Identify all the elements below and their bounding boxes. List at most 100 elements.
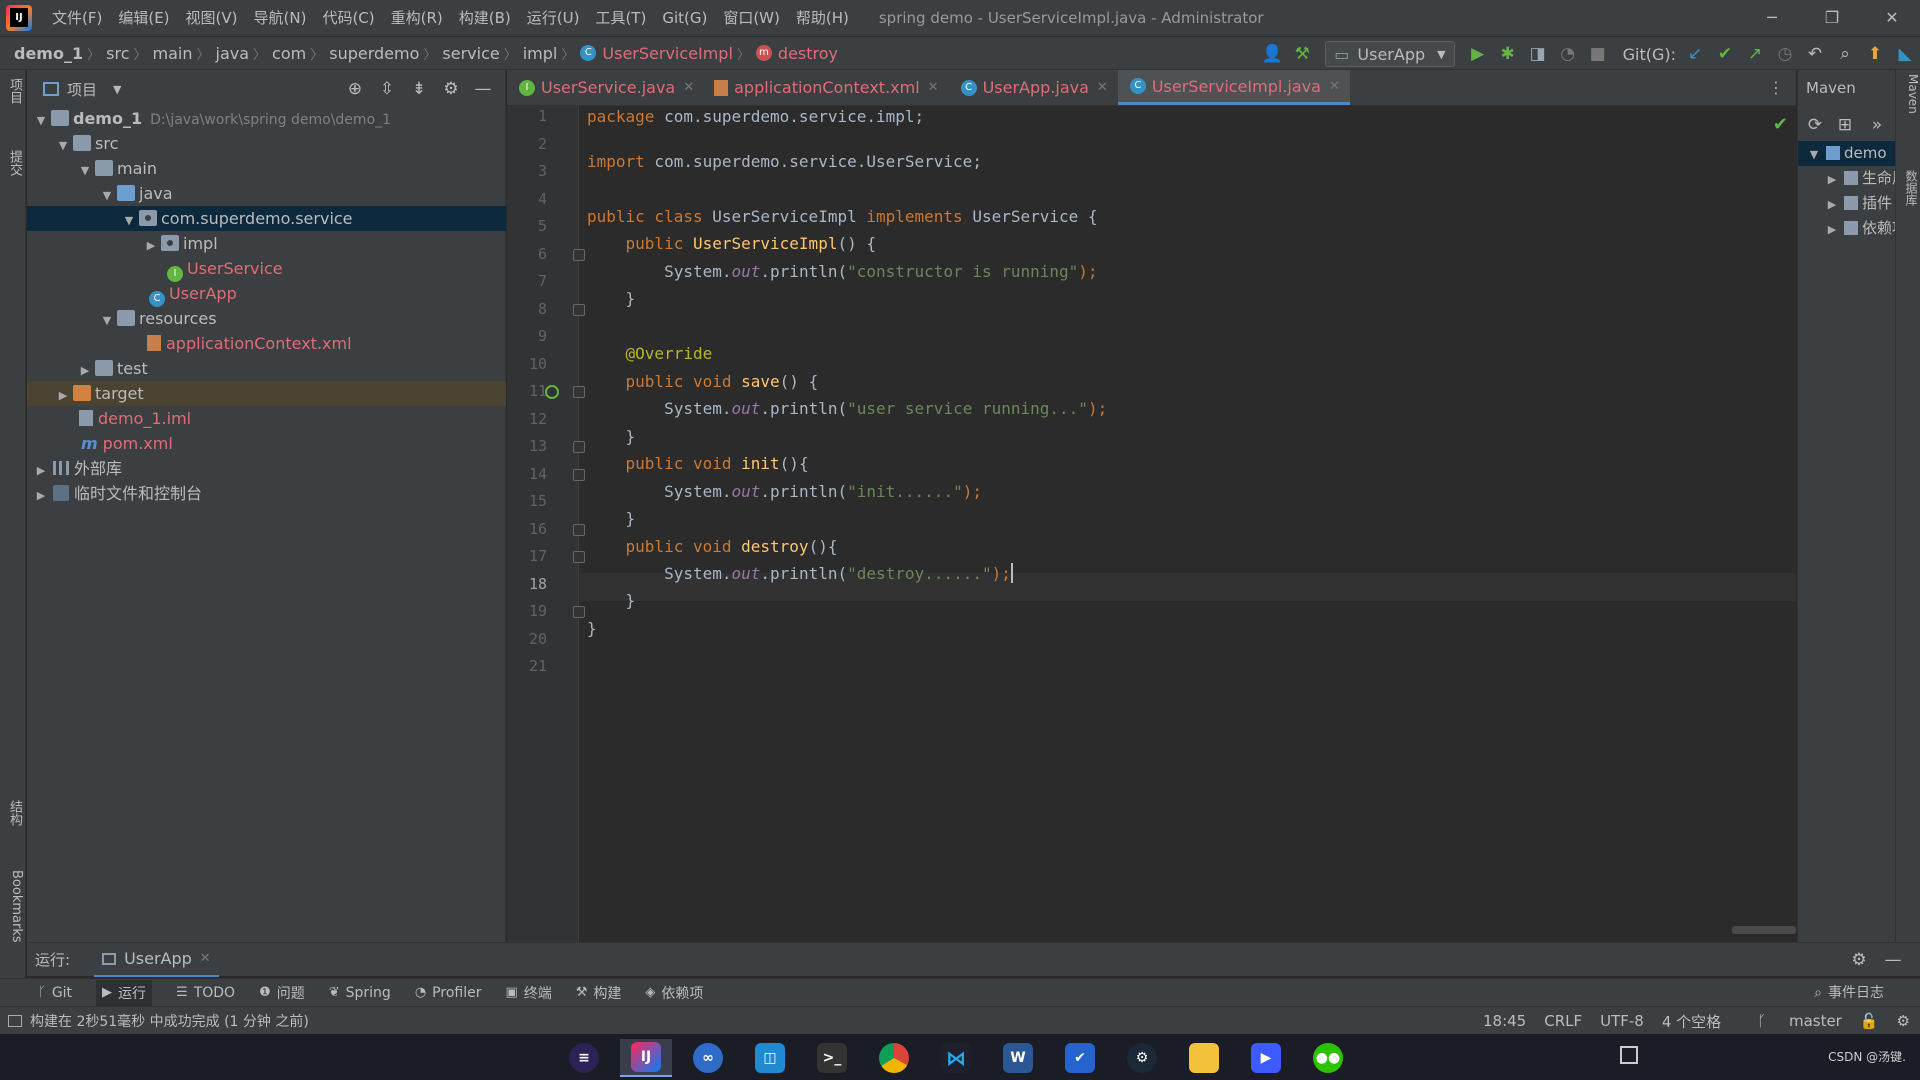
- code-editor[interactable]: 1 2 3 4 5 6 7 8 9 10 11 12 13 14 15 16 17 18 19 20 21 ✔ pack…: [507, 106, 1796, 942]
- tree-node-applicationcontext[interactable]: applicationContext.xml: [27, 331, 506, 356]
- close-icon[interactable]: ✕: [1329, 79, 1340, 94]
- tree-node-resources[interactable]: ▼ resources: [27, 306, 506, 331]
- tab-applicationcontext-xml[interactable]: applicationContext.xml ✕: [704, 70, 948, 105]
- tree-node-external-libraries[interactable]: ▶ 外部库: [27, 456, 506, 481]
- breadcrumb-project[interactable]: demo_1: [8, 44, 87, 63]
- taskbar-chrome[interactable]: [868, 1039, 920, 1077]
- line-number[interactable]: 21: [507, 653, 547, 681]
- no-problems-check-icon[interactable]: ✔: [1773, 114, 1788, 135]
- taskbar-explorer[interactable]: [1178, 1039, 1230, 1077]
- breadcrumb-com[interactable]: com: [266, 44, 310, 63]
- line-number[interactable]: 2: [507, 131, 547, 159]
- close-icon[interactable]: ✕: [928, 80, 939, 95]
- taskbar-todo[interactable]: ✔: [1054, 1039, 1106, 1077]
- update-icon[interactable]: ⬆: [1860, 39, 1890, 69]
- breadcrumb-src[interactable]: src: [100, 44, 133, 63]
- maven-node-plugins[interactable]: ▶ 插件: [1798, 191, 1892, 216]
- run-icon[interactable]: ▶: [1463, 39, 1493, 69]
- minimize-icon[interactable]: ─: [1742, 0, 1802, 36]
- hide-panel-icon[interactable]: —: [467, 74, 499, 104]
- task-view-icon[interactable]: [1620, 1046, 1638, 1064]
- menu-build[interactable]: 构建(B): [451, 0, 519, 36]
- close-icon[interactable]: ✕: [1862, 0, 1920, 36]
- profile-icon[interactable]: ◔: [1553, 39, 1583, 69]
- line-number[interactable]: 10: [507, 351, 547, 379]
- debug-icon[interactable]: ✱: [1493, 39, 1523, 69]
- line-number[interactable]: 5: [507, 213, 547, 241]
- menu-view[interactable]: 视图(V): [178, 0, 246, 36]
- commit-tool-tab[interactable]: 提交: [2, 150, 24, 176]
- tree-node-userapp[interactable]: C UserApp: [27, 281, 506, 307]
- fold-icon[interactable]: [573, 523, 585, 536]
- tab-userserviceimpl-java[interactable]: C UserServiceImpl.java ✕: [1117, 70, 1350, 105]
- tab-userservice-java[interactable]: I UserService.java ✕: [507, 70, 704, 105]
- tool-build[interactable]: ⚒ 构建: [576, 983, 622, 1003]
- coverage-icon[interactable]: ◨: [1523, 39, 1553, 69]
- menu-code[interactable]: 代码(C): [314, 0, 382, 36]
- tool-profiler[interactable]: ◔ Profiler: [415, 985, 482, 1001]
- menu-tools[interactable]: 工具(T): [587, 0, 654, 36]
- tree-node-target[interactable]: ▶ target: [27, 381, 506, 406]
- tree-node-test[interactable]: ▶ test: [27, 356, 506, 381]
- line-number[interactable]: 9: [507, 323, 547, 351]
- code-with-me-icon[interactable]: ◣: [1890, 39, 1920, 69]
- menu-navigate[interactable]: 导航(N): [246, 0, 315, 36]
- bookmarks-tool-tab[interactable]: Bookmarks: [2, 870, 24, 943]
- line-number[interactable]: 8: [507, 296, 547, 324]
- tool-git[interactable]: ᚴ Git: [38, 985, 72, 1001]
- locate-icon[interactable]: ⊕: [339, 74, 371, 104]
- breadcrumb-impl[interactable]: impl: [517, 44, 562, 63]
- line-separator[interactable]: CRLF: [1544, 1012, 1582, 1030]
- breadcrumb-class[interactable]: UserServiceImpl: [596, 44, 737, 63]
- line-number[interactable]: 1: [507, 103, 547, 131]
- expand-all-icon[interactable]: ⇳: [371, 74, 403, 104]
- tool-dependencies[interactable]: ◈ 依赖项: [645, 983, 703, 1003]
- breadcrumb-superdemo[interactable]: superdemo: [323, 44, 423, 63]
- taskbar-eclipse[interactable]: ≡: [558, 1039, 610, 1077]
- taskbar-app-3[interactable]: ∞: [682, 1039, 734, 1077]
- more-tabs-icon[interactable]: ⋮: [1768, 70, 1784, 106]
- taskbar-video[interactable]: ▶: [1240, 1039, 1292, 1077]
- menu-window[interactable]: 窗口(W): [715, 0, 788, 36]
- maven-node-demo[interactable]: ▼ demo: [1798, 141, 1895, 166]
- git-commit-icon[interactable]: ✔: [1710, 39, 1740, 69]
- gear-icon[interactable]: ⚙: [1844, 945, 1874, 975]
- chevron-down-icon[interactable]: ▼: [113, 83, 121, 96]
- reload-icon[interactable]: ⟳: [1800, 110, 1830, 140]
- line-number[interactable]: 4: [507, 186, 547, 214]
- tree-node-iml[interactable]: demo_1.iml: [27, 406, 506, 431]
- fold-icon[interactable]: [573, 303, 585, 316]
- event-log-button[interactable]: ⌕ 事件日志: [1814, 979, 1884, 1007]
- line-number[interactable]: 6: [507, 241, 547, 269]
- line-number[interactable]: 15: [507, 488, 547, 516]
- user-icon[interactable]: 👤: [1257, 39, 1287, 69]
- project-panel-title[interactable]: 项目: [67, 79, 97, 100]
- fold-icon[interactable]: [573, 551, 585, 563]
- tool-todo[interactable]: ☰ TODO: [176, 985, 235, 1001]
- line-number[interactable]: 18: [507, 571, 547, 599]
- tool-run[interactable]: ▶ 运行: [96, 979, 153, 1006]
- line-number[interactable]: 19: [507, 598, 547, 626]
- database-tool-tab[interactable]: 数据库: [1898, 170, 1920, 206]
- menu-help[interactable]: 帮助(H): [788, 0, 857, 36]
- breadcrumb-main[interactable]: main: [147, 44, 197, 63]
- line-number[interactable]: 13: [507, 433, 547, 461]
- taskbar-vscode[interactable]: ⋈: [930, 1039, 982, 1077]
- add-maven-project-icon[interactable]: ⊞: [1830, 110, 1860, 140]
- file-encoding[interactable]: UTF-8: [1600, 1012, 1644, 1030]
- fold-icon[interactable]: [573, 606, 585, 618]
- fold-icon[interactable]: [573, 441, 585, 453]
- taskbar-terminal[interactable]: >_: [806, 1039, 858, 1077]
- close-icon[interactable]: ✕: [1097, 80, 1108, 95]
- tree-node-src[interactable]: ▼ src: [27, 131, 506, 156]
- taskbar-word[interactable]: W: [992, 1039, 1044, 1077]
- breadcrumb-service[interactable]: service: [436, 44, 503, 63]
- more-icon[interactable]: »: [1862, 110, 1892, 140]
- horizontal-scrollbar[interactable]: [1732, 926, 1796, 934]
- menu-run[interactable]: 运行(U): [519, 0, 588, 36]
- taskbar-steam[interactable]: ⚙: [1116, 1039, 1168, 1077]
- maven-node-dependencies[interactable]: ▶ 依赖项: [1798, 216, 1895, 241]
- tree-node-pom[interactable]: m pom.xml: [27, 431, 506, 456]
- line-number[interactable]: 17: [507, 543, 547, 571]
- menu-refactor[interactable]: 重构(R): [383, 0, 451, 36]
